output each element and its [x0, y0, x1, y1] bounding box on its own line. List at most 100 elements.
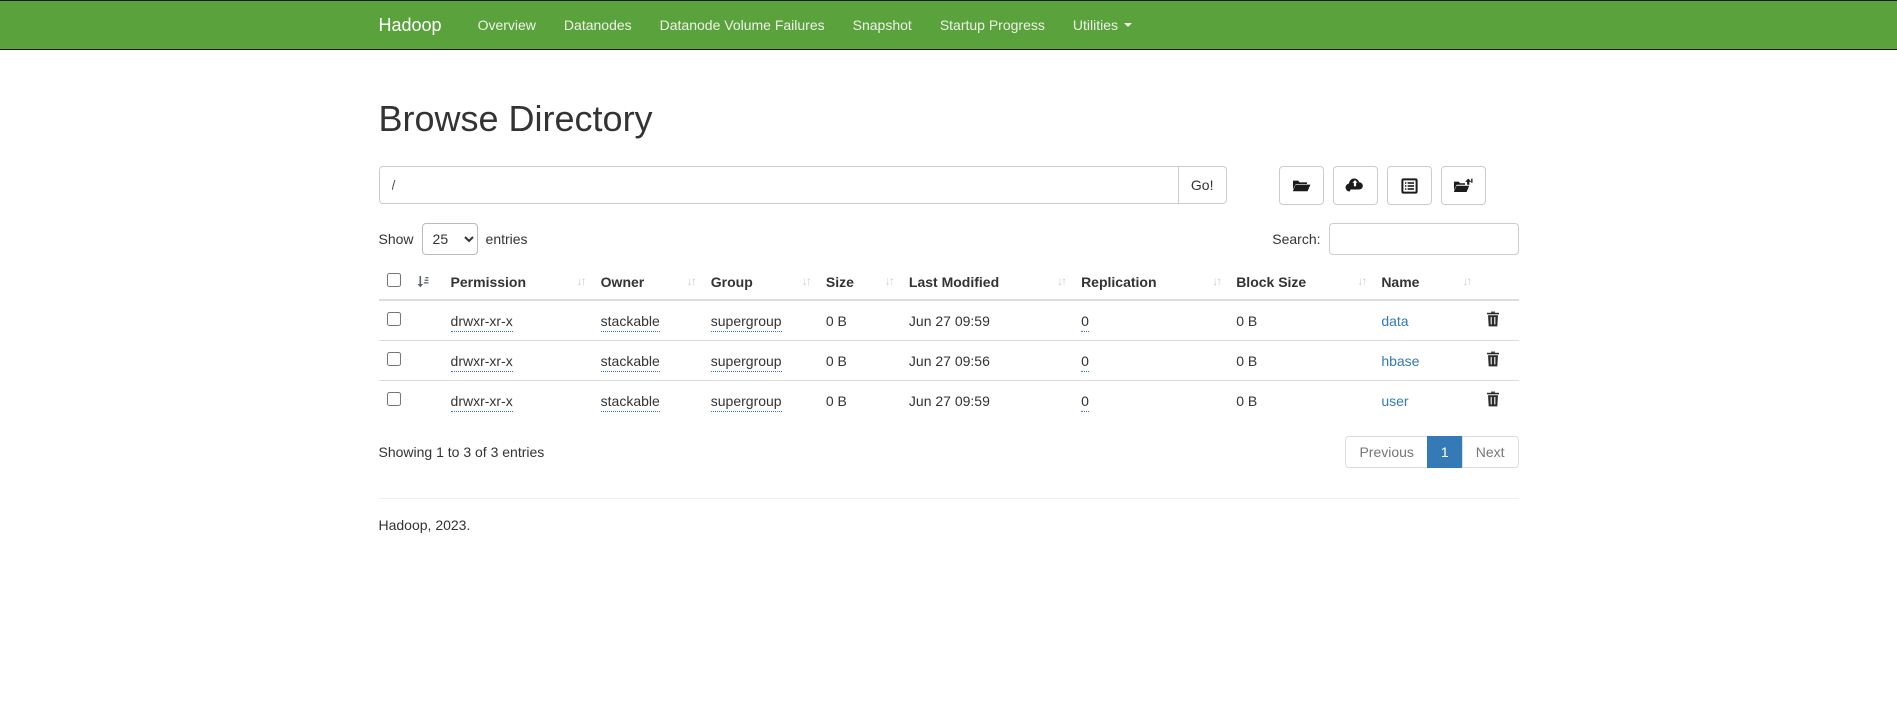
cell-name: user	[1373, 381, 1478, 421]
page-length-control: Show 25 entries	[379, 223, 528, 255]
header-replication[interactable]: Replication	[1081, 274, 1156, 290]
nav-link-utilities[interactable]: Utilities	[1059, 1, 1146, 49]
header-block-size[interactable]: Block Size	[1236, 274, 1306, 290]
directory-link-hbase[interactable]: hbase	[1381, 353, 1419, 369]
pagination-previous: Previous	[1345, 436, 1427, 468]
page-1-button[interactable]: 1	[1427, 436, 1463, 468]
cell-block-size: 0 B	[1228, 300, 1373, 341]
permission-editable[interactable]: drwxr-xr-x	[451, 353, 513, 372]
previous-page-button[interactable]: Previous	[1345, 436, 1427, 468]
delete-button[interactable]	[1486, 351, 1500, 370]
sort-icon[interactable]: ↓↑	[802, 274, 810, 288]
row-checkbox[interactable]	[387, 352, 401, 366]
cell-replication: 0	[1073, 381, 1228, 421]
table-controls: Show 25 entries Search:	[379, 223, 1519, 255]
clipboard-icon	[1401, 178, 1418, 194]
replication-editable[interactable]: 0	[1081, 353, 1089, 372]
select-all-checkbox[interactable]	[387, 273, 401, 287]
page-length-select[interactable]: 25	[422, 223, 478, 255]
sort-icon[interactable]: ↓↑	[687, 274, 695, 288]
nav-link-startup-progress[interactable]: Startup Progress	[926, 1, 1059, 49]
table-row: drwxr-xr-x stackable supergroup 0 BJun 27 0…	[379, 381, 1519, 421]
cell-delete	[1478, 381, 1518, 421]
header-permission[interactable]: Permission	[451, 274, 526, 290]
cell-size: 0 B	[818, 381, 901, 421]
directory-link-data[interactable]: data	[1381, 313, 1408, 329]
go-button[interactable]: Go!	[1179, 166, 1227, 204]
paste-button[interactable]	[1387, 166, 1432, 205]
header-group[interactable]: Group	[711, 274, 753, 290]
owner-editable[interactable]: stackable	[601, 353, 660, 372]
replication-editable[interactable]: 0	[1081, 313, 1089, 332]
nav-item-startup-progress: Startup Progress	[926, 1, 1059, 49]
header-last-modified[interactable]: Last Modified	[909, 274, 999, 290]
cell-owner: stackable	[593, 381, 703, 421]
sort-asc-icon[interactable]	[416, 275, 429, 291]
cell-permission: drwxr-xr-x	[443, 341, 593, 381]
owner-editable[interactable]: stackable	[601, 393, 660, 412]
group-editable[interactable]: supergroup	[711, 353, 782, 372]
cell-last-modified: Jun 27 09:59	[901, 381, 1073, 421]
cell-name: hbase	[1373, 341, 1478, 381]
next-page-button[interactable]: Next	[1462, 436, 1519, 468]
sort-icon[interactable]: ↓↑	[885, 274, 893, 288]
permission-editable[interactable]: drwxr-xr-x	[451, 393, 513, 412]
cell-delete	[1478, 300, 1518, 341]
delete-button[interactable]	[1486, 311, 1500, 330]
navbar-menu: OverviewDatanodesDatanode Volume Failure…	[464, 1, 1146, 49]
delete-button[interactable]	[1486, 391, 1500, 410]
nav-link-datanodes[interactable]: Datanodes	[550, 1, 646, 49]
cell-block-size: 0 B	[1228, 341, 1373, 381]
nav-item-overview: Overview	[464, 1, 550, 49]
pagination: Previous 1 Next	[1345, 436, 1518, 468]
directory-table: Permission ↓↑ Owner ↓↑ Group ↓↑ Size ↓↑ Last…	[379, 265, 1519, 420]
owner-editable[interactable]: stackable	[601, 313, 660, 332]
cell-group: supergroup	[703, 341, 818, 381]
row-checkbox[interactable]	[387, 392, 401, 406]
group-editable[interactable]: supergroup	[711, 313, 782, 332]
header-size[interactable]: Size	[826, 274, 854, 290]
cell-group: supergroup	[703, 300, 818, 341]
search-label: Search:	[1272, 231, 1320, 247]
table-row: drwxr-xr-xstackablesupergroup0 BJun 27 0…	[379, 341, 1519, 381]
cell-permission: drwxr-xr-x	[443, 381, 593, 421]
sort-icon[interactable]: ↓↑	[1057, 274, 1065, 288]
trash-icon	[1486, 355, 1500, 370]
sort-icon[interactable]: ↓↑	[1357, 274, 1365, 288]
nav-link-datanode-volume-failures[interactable]: Datanode Volume Failures	[646, 1, 839, 49]
cell-size: 0 B	[818, 341, 901, 381]
create-directory-button[interactable]	[1279, 166, 1324, 205]
folder-move-icon	[1453, 178, 1473, 194]
sort-icon[interactable]: ↓↑	[1462, 274, 1470, 288]
search-input[interactable]	[1329, 223, 1519, 255]
nav-link-snapshot[interactable]: Snapshot	[839, 1, 926, 49]
upload-files-button[interactable]	[1333, 166, 1378, 205]
entries-label: entries	[486, 231, 528, 247]
entries-info: Showing 1 to 3 of 3 entries	[379, 444, 545, 460]
sort-icon[interactable]: ↓↑	[1212, 274, 1220, 288]
header-name[interactable]: Name	[1381, 274, 1419, 290]
path-input-group: Go!	[379, 166, 1227, 204]
cell-last-modified: Jun 27 09:59	[901, 300, 1073, 341]
trash-icon	[1486, 315, 1500, 330]
directory-link-user[interactable]: user	[1381, 393, 1408, 409]
cell-owner: stackable	[593, 341, 703, 381]
sort-icon[interactable]: ↓↑	[577, 274, 585, 288]
brand-link[interactable]: Hadoop	[379, 1, 464, 49]
replication-editable[interactable]: 0	[1081, 393, 1089, 412]
move-button[interactable]	[1441, 166, 1486, 205]
cell-delete	[1478, 341, 1518, 381]
nav-item-datanodes: Datanodes	[550, 1, 646, 49]
search-control: Search:	[1272, 223, 1518, 255]
group-editable[interactable]: supergroup	[711, 393, 782, 412]
cell-group: supergroup	[703, 381, 818, 421]
permission-editable[interactable]: drwxr-xr-x	[451, 313, 513, 332]
row-checkbox[interactable]	[387, 312, 401, 326]
path-bar: Go!	[379, 166, 1519, 205]
header-owner[interactable]: Owner	[601, 274, 645, 290]
cloud-upload-icon	[1345, 178, 1365, 193]
nav-link-overview[interactable]: Overview	[464, 1, 550, 49]
footer-divider	[379, 498, 1519, 499]
directory-path-input[interactable]	[379, 166, 1179, 204]
cell-permission: drwxr-xr-x	[443, 300, 593, 341]
